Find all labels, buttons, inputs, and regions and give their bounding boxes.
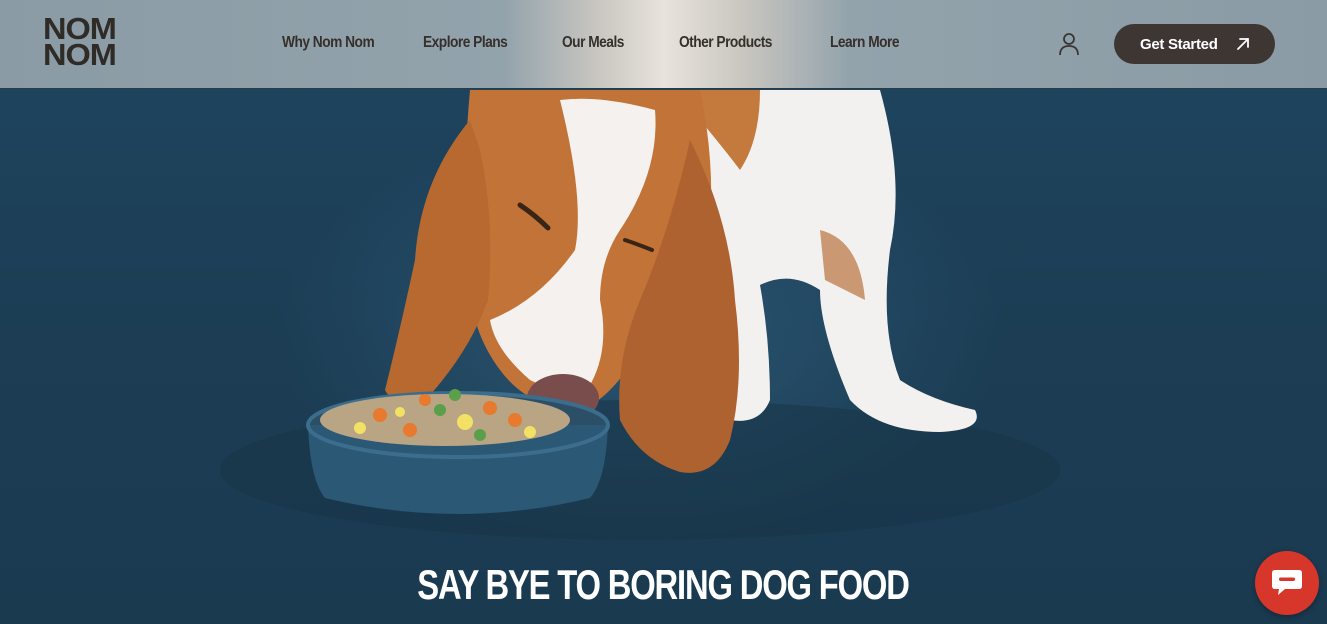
nav-our-meals[interactable]: Our Meals — [562, 34, 624, 52]
get-started-button[interactable]: Get Started — [1114, 24, 1275, 64]
hero-section — [0, 0, 1327, 624]
chat-button[interactable] — [1255, 551, 1319, 615]
arrow-up-right-icon — [1235, 36, 1251, 52]
nav-explore-plans[interactable]: Explore Plans — [423, 34, 508, 52]
nav-learn-more[interactable]: Learn More — [830, 34, 900, 52]
nav-why-nom-nom[interactable]: Why Nom Nom — [282, 34, 375, 52]
hero-image — [220, 90, 1060, 540]
hero-headline: SAY BYE TO BORING DOG FOOD — [0, 562, 1327, 608]
user-icon[interactable] — [1056, 31, 1082, 57]
get-started-label: Get Started — [1140, 35, 1218, 53]
chat-bubble-icon — [1272, 570, 1302, 595]
nom-nom-logo[interactable]: NOM NOM — [43, 13, 125, 72]
hero-headline-text: SAY BYE TO BORING DOG FOOD — [417, 561, 911, 608]
nav-other-products[interactable]: Other Products — [679, 34, 772, 52]
logo-line-2: NOM — [43, 37, 117, 72]
site-header: NOM NOM Why Nom Nom Explore Plans Our Me… — [0, 0, 1327, 89]
